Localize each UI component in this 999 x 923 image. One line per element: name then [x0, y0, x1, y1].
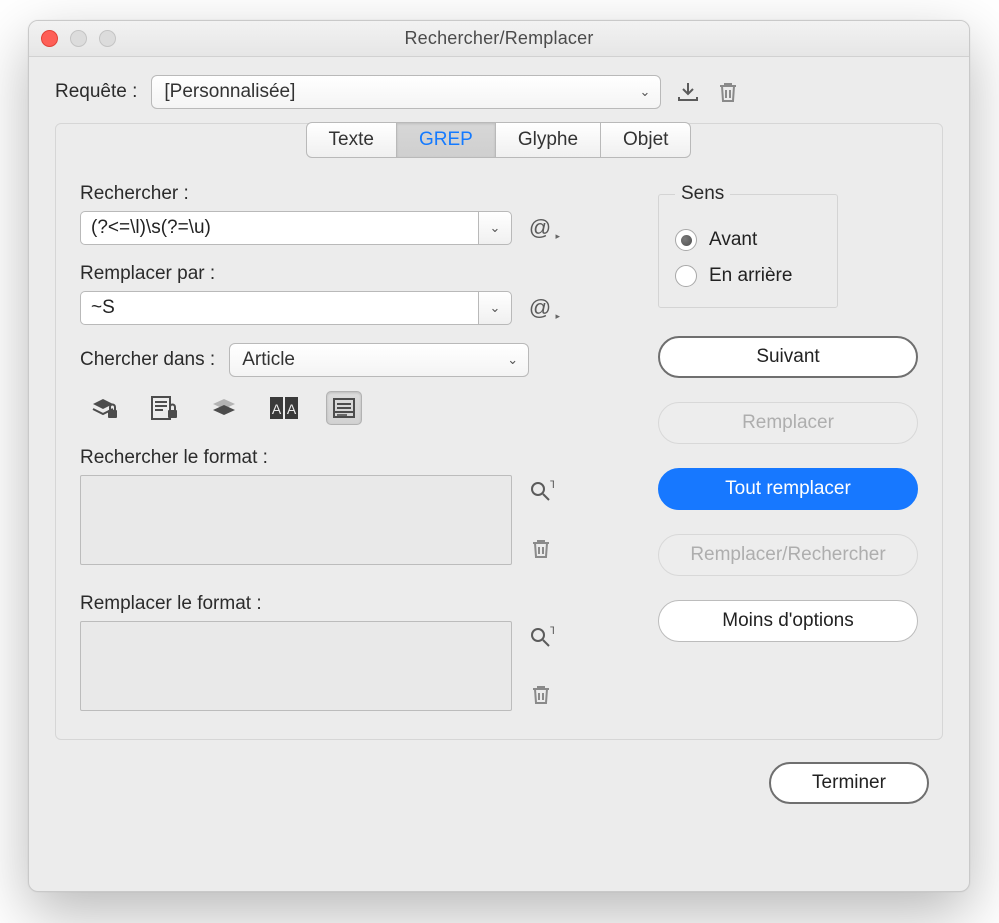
dialog-content: Requête : [Personnalisée] ⌄ — [29, 57, 969, 828]
query-select-value: [Personnalisée] — [164, 81, 295, 103]
tab-objet[interactable]: Objet — [600, 122, 691, 158]
replace-history-dropdown[interactable]: ⌄ — [478, 291, 512, 325]
search-in-select[interactable]: Article ⌄ — [229, 343, 529, 377]
radio-backward-label: En arrière — [709, 265, 792, 287]
save-query-button[interactable] — [675, 79, 701, 105]
replace-combo: ~S ⌄ — [80, 291, 512, 325]
direction-backward-row[interactable]: En arrière — [675, 265, 821, 287]
chevron-down-icon: ⌄ — [507, 352, 518, 368]
find-next-button[interactable]: Suivant — [658, 336, 918, 378]
direction-legend: Sens — [675, 183, 730, 205]
direction-forward-row[interactable]: Avant — [675, 229, 821, 251]
at-icon: @ — [529, 295, 551, 321]
replace-special-chars-button[interactable]: @ ▸ — [526, 295, 554, 321]
replace-button: Remplacer — [658, 402, 918, 444]
radio-forward[interactable] — [675, 229, 697, 251]
menu-caret-icon: ▸ — [555, 231, 560, 242]
titlebar: Rechercher/Remplacer — [29, 21, 969, 57]
include-footnotes-icon[interactable] — [326, 391, 362, 425]
find-label: Rechercher : — [80, 183, 614, 205]
less-options-button[interactable]: Moins d'options — [658, 600, 918, 642]
find-history-dropdown[interactable]: ⌄ — [478, 211, 512, 245]
include-hidden-layers-icon[interactable] — [206, 391, 242, 425]
query-label: Requête : — [55, 81, 137, 103]
tab-glyphe[interactable]: Glyphe — [495, 122, 601, 158]
tab-grep[interactable]: GREP — [396, 122, 496, 158]
chevron-down-icon: ⌄ — [640, 84, 651, 100]
right-column: Sens Avant En arrière Suivant — [658, 183, 918, 711]
include-master-pages-icon[interactable]: A A — [266, 391, 302, 425]
query-select[interactable]: [Personnalisée] ⌄ — [151, 75, 661, 109]
replace-label: Remplacer par : — [80, 263, 614, 285]
left-column: Rechercher : (?<=\l)\s(?=\u) ⌄ @ ▸ Rempl… — [80, 183, 614, 711]
find-input[interactable]: (?<=\l)\s(?=\u) — [80, 211, 478, 245]
window-title: Rechercher/Remplacer — [29, 28, 969, 49]
window-controls — [41, 30, 116, 47]
replace-input[interactable]: ~S — [80, 291, 478, 325]
find-replace-window: Rechercher/Remplacer Requête : [Personna… — [28, 20, 970, 892]
zoom-window-button[interactable] — [99, 30, 116, 47]
main-panel: Texte GREP Glyphe Objet Rechercher : (?<… — [55, 123, 943, 740]
menu-caret-icon: ▸ — [555, 311, 560, 322]
svg-text:A: A — [272, 401, 282, 417]
minimize-window-button[interactable] — [70, 30, 87, 47]
clear-find-format-button[interactable] — [526, 535, 556, 563]
replace-format-label: Remplacer le format : — [80, 593, 614, 615]
search-in-value: Article — [242, 349, 295, 371]
radio-backward[interactable] — [675, 265, 697, 287]
replace-all-button[interactable]: Tout remplacer — [658, 468, 918, 510]
chevron-down-icon: ⌄ — [490, 300, 501, 316]
footer: Terminer — [55, 740, 943, 804]
tab-texte[interactable]: Texte — [306, 122, 397, 158]
svg-text:T: T — [550, 625, 554, 637]
svg-text:T: T — [550, 479, 554, 491]
radio-forward-label: Avant — [709, 229, 757, 251]
mode-tabs: Texte GREP Glyphe Objet — [56, 123, 942, 159]
replace-find-button: Remplacer/Rechercher — [658, 534, 918, 576]
specify-find-format-button[interactable]: T — [526, 477, 556, 505]
clear-replace-format-button[interactable] — [526, 681, 556, 709]
svg-text:A: A — [287, 401, 297, 417]
query-row: Requête : [Personnalisée] ⌄ — [55, 75, 943, 109]
search-in-label: Chercher dans : — [80, 349, 215, 371]
done-button[interactable]: Terminer — [769, 762, 929, 804]
delete-query-button[interactable] — [715, 79, 741, 105]
close-window-button[interactable] — [41, 30, 58, 47]
at-icon: @ — [529, 215, 551, 241]
include-locked-layers-icon[interactable] — [86, 391, 122, 425]
specify-replace-format-button[interactable]: T — [526, 623, 556, 651]
include-locked-stories-icon[interactable] — [146, 391, 182, 425]
find-format-label: Rechercher le format : — [80, 447, 614, 469]
find-format-box[interactable] — [80, 475, 512, 565]
search-option-icons: A A — [86, 391, 614, 425]
chevron-down-icon: ⌄ — [490, 220, 501, 236]
find-combo: (?<=\l)\s(?=\u) ⌄ — [80, 211, 512, 245]
direction-group: Sens Avant En arrière — [658, 183, 838, 308]
replace-format-box[interactable] — [80, 621, 512, 711]
find-special-chars-button[interactable]: @ ▸ — [526, 215, 554, 241]
